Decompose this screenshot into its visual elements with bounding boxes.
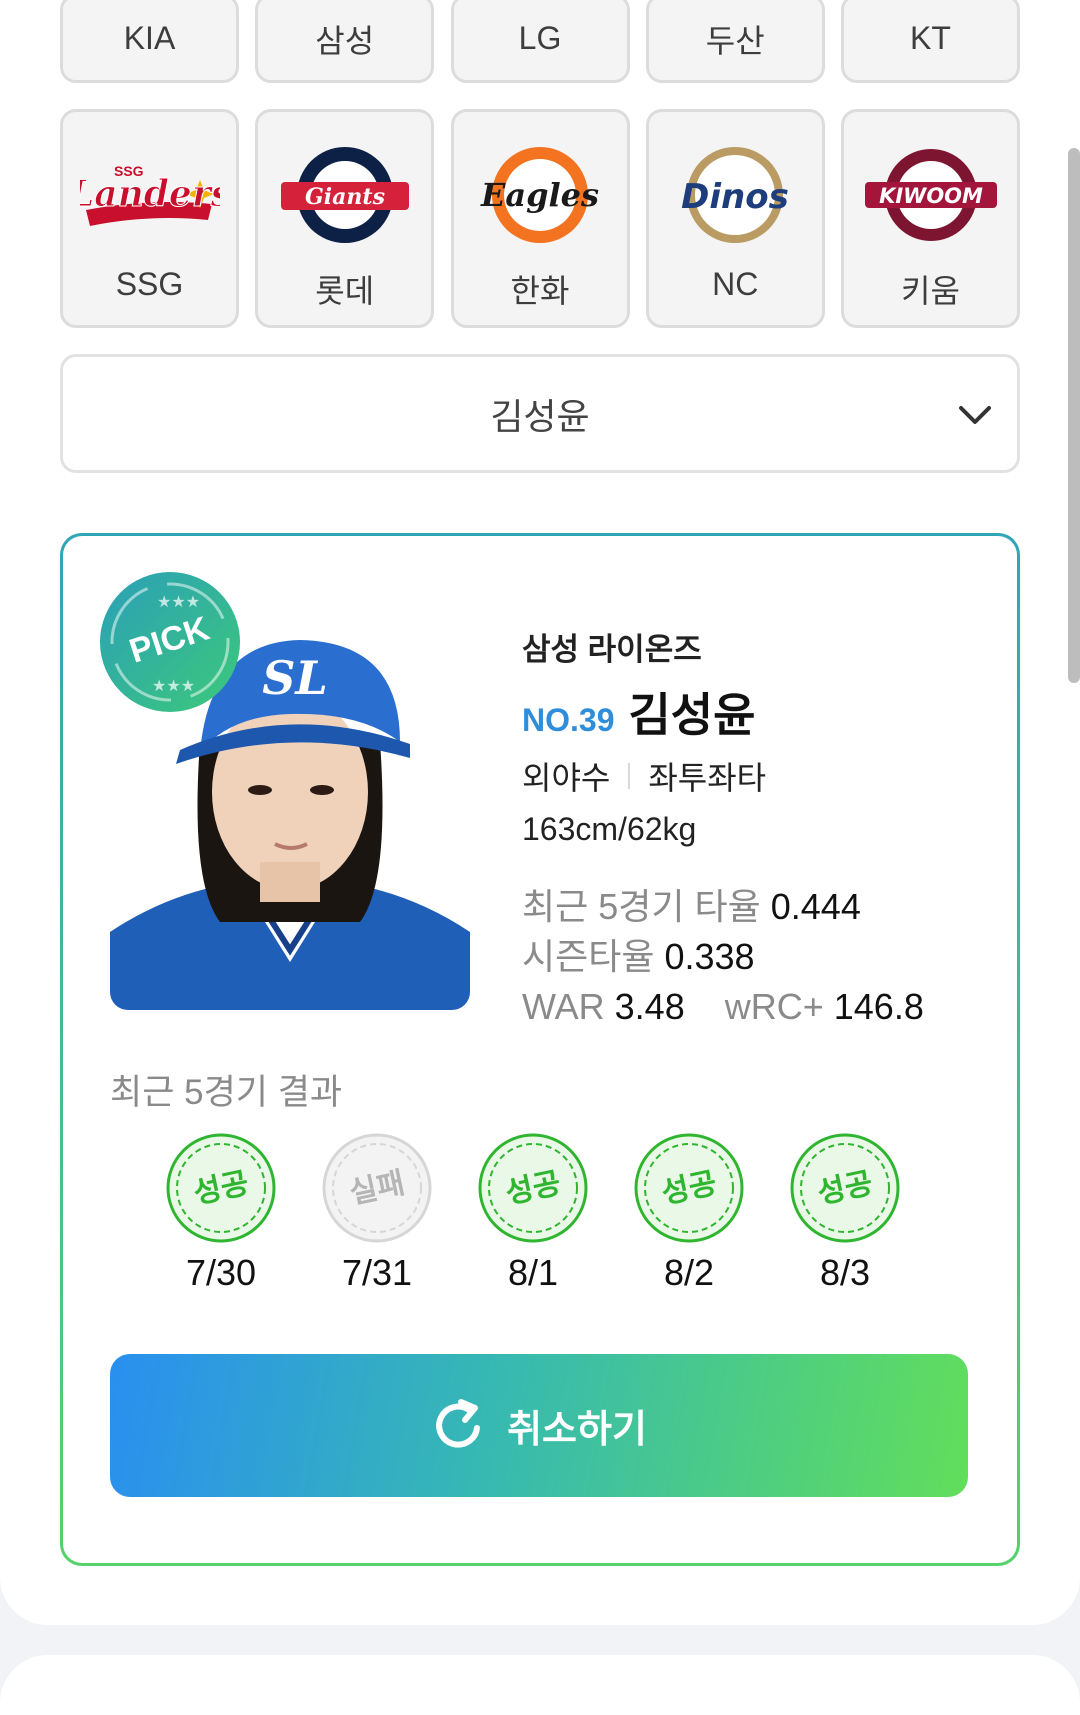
team-label: LG	[518, 20, 562, 56]
cancel-button-label: 취소하기	[507, 1409, 647, 1451]
team-label: 롯데	[315, 273, 375, 309]
svg-text:Eagles: Eagles	[480, 176, 599, 214]
success-stamp-icon: 성공	[166, 1133, 276, 1243]
team-label: KIA	[123, 20, 176, 56]
stat-label: wRC+	[724, 986, 824, 1027]
svg-text:Giants: Giants	[305, 184, 385, 210]
player-select[interactable]: 김성윤	[60, 354, 1020, 473]
lotte-giants-logo: Giants	[280, 147, 409, 243]
result-item: 성공 8/3	[780, 1132, 910, 1294]
success-stamp-icon: 성공	[790, 1133, 900, 1243]
team-label: 한화	[510, 273, 570, 309]
result-date: 7/31	[341, 1252, 413, 1293]
result-date: 8/3	[819, 1252, 871, 1293]
result-date: 8/2	[663, 1252, 715, 1293]
player-bats-throws: 좌투좌타	[648, 760, 767, 796]
hanwha-eagles-logo: Eagles	[480, 147, 599, 243]
svg-text:★★★: ★★★	[152, 678, 195, 695]
refresh-icon	[436, 1398, 481, 1448]
fail-stamp-icon: 실패	[322, 1133, 432, 1243]
player-select-value: 김성윤	[490, 395, 590, 437]
team-button-kt[interactable]: KT	[841, 0, 1020, 83]
team-button-hanwha[interactable]: Eagles 한화	[450, 109, 630, 328]
stat-label: WAR	[522, 986, 605, 1027]
player-card: SL PICK ★★★ ★★★ 삼성 라이온즈 NO.39 김성윤 외야수 좌투…	[60, 533, 1020, 1566]
team-label: 키움	[901, 273, 960, 309]
team-label: SSG	[115, 266, 184, 302]
player-position: 외야수	[522, 760, 611, 796]
recent-results: 성공 7/30 실패 7/31 성공 8/1 성공 8/2 성공 8/3	[110, 1132, 970, 1294]
stat-label: 최근 5경기 타율	[522, 886, 761, 927]
team-button-ssg[interactable]: SSG Landers SSG	[60, 109, 239, 328]
kiwoom-heroes-logo: KIWOOM	[864, 149, 997, 241]
result-item: 성공 8/1	[468, 1132, 598, 1294]
team-button-kiwoom[interactable]: KIWOOM 키움	[841, 109, 1020, 328]
player-number: NO.39	[522, 702, 615, 738]
recent-results-title: 최근 5경기 결과	[110, 1073, 343, 1112]
scrollbar[interactable]	[1068, 148, 1080, 683]
stat-value: 3.48	[614, 986, 685, 1027]
svg-text:KIWOOM: KIWOOM	[879, 184, 983, 208]
svg-text:Dinos: Dinos	[681, 177, 789, 217]
svg-text:Landers: Landers	[80, 173, 220, 215]
player-name: 김성윤	[628, 689, 756, 741]
result-item: 성공 8/2	[624, 1132, 754, 1294]
team-label: 두산	[705, 22, 765, 59]
stat-label: 시즌타율	[522, 936, 655, 977]
success-stamp-icon: 성공	[478, 1133, 588, 1243]
svg-text:★★★: ★★★	[157, 594, 200, 611]
svg-text:SL: SL	[262, 651, 328, 705]
stat-value: 0.444	[770, 886, 861, 927]
pick-badge: PICK ★★★ ★★★	[100, 572, 240, 712]
result-date: 8/1	[507, 1252, 559, 1293]
success-stamp-icon: 성공	[634, 1133, 744, 1243]
nc-dinos-logo: Dinos	[681, 147, 789, 243]
player-body: 163cm/62kg	[522, 811, 697, 847]
result-item: 성공 7/30	[156, 1132, 286, 1294]
team-label: 삼성	[315, 22, 375, 59]
cancel-button[interactable]: 취소하기	[110, 1354, 968, 1497]
chevron-down-icon	[959, 406, 991, 424]
team-button-lg[interactable]: LG	[450, 0, 630, 83]
stat-value: 0.338	[664, 936, 755, 977]
player-stats: 최근 5경기 타율 0.444 시즌타율 0.338 WAR 3.48 wRC+ 146.…	[522, 882, 1002, 1032]
team-grid: KIA 삼성 LG 두산 KT SSG Landers SSG Giants 롯…	[60, 0, 1020, 328]
team-button-kia[interactable]: KIA	[60, 0, 239, 83]
team-label: KT	[910, 20, 951, 56]
team-button-samsung[interactable]: 삼성	[255, 0, 435, 83]
team-button-nc[interactable]: Dinos NC	[645, 109, 825, 328]
next-section	[0, 1655, 1080, 1715]
result-item: 실패 7/31	[312, 1132, 442, 1294]
stat-value: 146.8	[833, 986, 924, 1027]
player-info: 삼성 라이온즈 NO.39 김성윤 외야수 좌투좌타 163cm/62kg 최근…	[522, 624, 1002, 1032]
divider	[628, 763, 631, 789]
result-date: 7/30	[185, 1252, 257, 1293]
ssg-landers-logo: SSG Landers	[80, 163, 220, 226]
team-button-lotte[interactable]: Giants 롯데	[255, 109, 435, 328]
main-sheet: KIA 삼성 LG 두산 KT SSG Landers SSG Giants 롯…	[0, 0, 1080, 1625]
team-button-doosan[interactable]: 두산	[645, 0, 825, 83]
team-label: NC	[712, 266, 759, 302]
player-team: 삼성 라이온즈	[522, 632, 702, 667]
